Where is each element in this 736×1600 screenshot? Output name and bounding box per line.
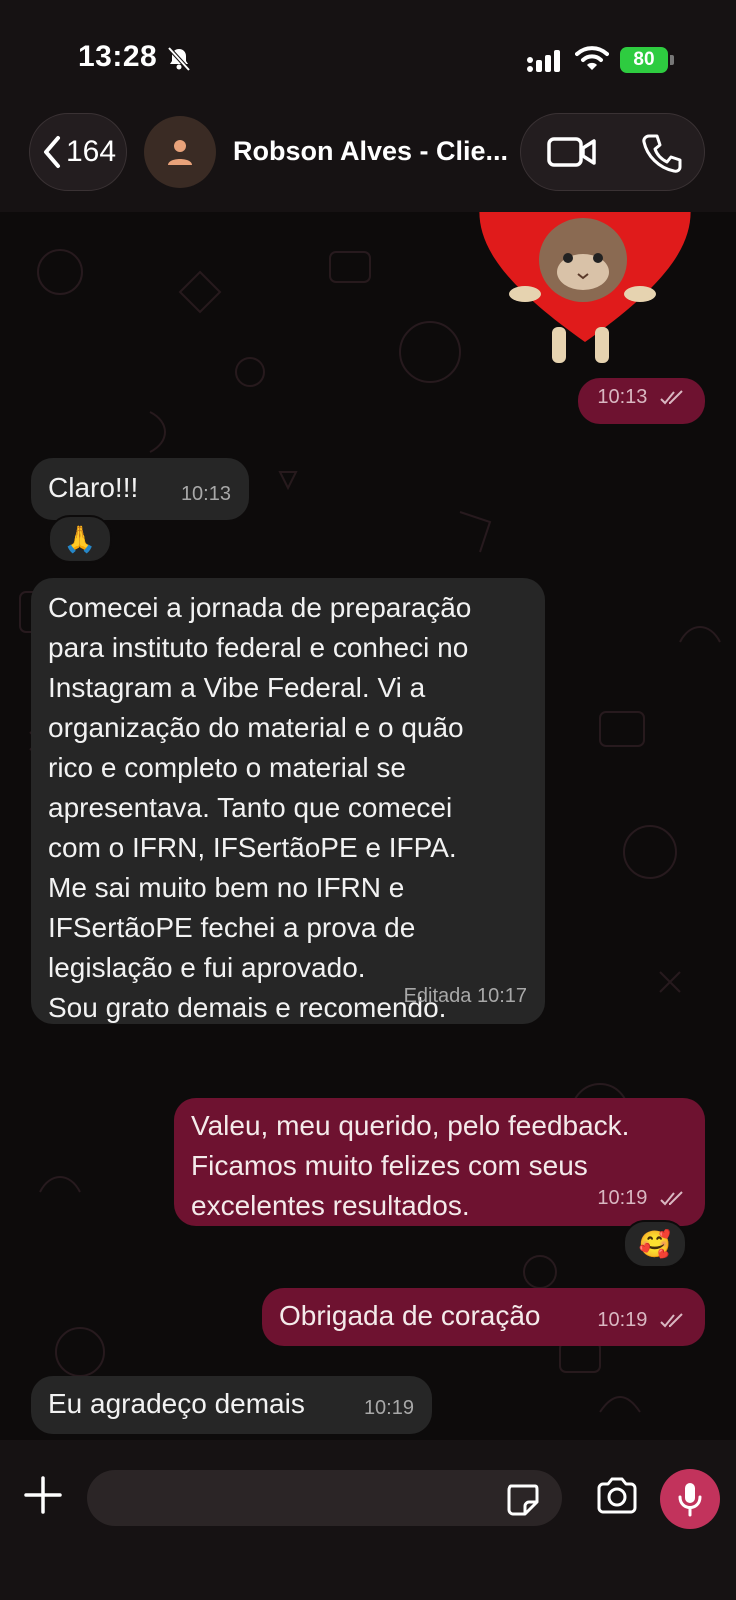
battery-nub — [670, 55, 674, 65]
phone-call-icon[interactable] — [641, 132, 683, 174]
message-time: 10:19 — [597, 1309, 648, 1331]
double-check-icon — [660, 1191, 683, 1206]
status-bar: 13:28 80 — [0, 0, 736, 110]
heart-cat-sticker[interactable] — [470, 212, 700, 372]
bell-muted-icon — [167, 46, 191, 72]
message-input[interactable] — [87, 1470, 562, 1526]
unread-count: 164 — [66, 135, 117, 168]
message-line: IFSertãoPE fechei a prova de — [48, 912, 416, 943]
message-line: Comecei a jornada de preparação — [48, 592, 472, 623]
chat-area[interactable]: 10:13 Claro!!! 10:13 🙏 Comecei a jornada… — [0, 212, 736, 1440]
chevron-left-icon — [44, 136, 60, 168]
message-text: Claro!!! — [48, 472, 139, 503]
message-reaction[interactable]: 🥰 — [623, 1220, 687, 1268]
message-line: organização do material e o quão — [48, 712, 464, 743]
message-text: Eu agradeço demais — [48, 1388, 305, 1419]
chat-header: 164 Robson Alves - Clie... — [0, 110, 736, 213]
message-bubble-outgoing[interactable]: 10:13 — [578, 378, 705, 424]
message-bubble-outgoing[interactable]: Valeu, meu querido, pelo feedback. Ficam… — [174, 1098, 705, 1226]
back-button[interactable]: 164 — [29, 113, 127, 191]
call-buttons — [520, 113, 705, 191]
input-bar — [0, 1440, 736, 1600]
sticker-icon[interactable] — [505, 1482, 541, 1518]
cellular-signal-icon — [527, 50, 560, 72]
plus-icon[interactable] — [22, 1474, 64, 1516]
message-time: 10:19 — [597, 1187, 648, 1209]
status-time: 13:28 — [78, 40, 158, 73]
message-meta: 10:19 — [597, 1300, 687, 1340]
double-check-icon — [660, 390, 683, 405]
person-icon — [168, 140, 192, 165]
wifi-icon — [575, 46, 609, 70]
message-time: 10:13 — [180, 483, 231, 505]
avatar[interactable] — [144, 116, 216, 188]
video-call-icon[interactable] — [546, 134, 598, 170]
message-line: apresentava. Tanto que comecei — [48, 792, 453, 823]
message-line: Instagram a Vibe Federal. Vi a — [48, 672, 426, 703]
message-bubble-incoming[interactable]: Comecei a jornada de preparação para ins… — [31, 578, 545, 1024]
camera-icon[interactable] — [595, 1476, 639, 1516]
message-meta: 10:13 — [597, 377, 687, 417]
message-bubble-incoming[interactable]: Claro!!! 10:13 — [31, 458, 249, 520]
message-bubble-incoming[interactable]: Eu agradeço demais 10:19 — [31, 1376, 432, 1434]
message-text: Obrigada de coração — [279, 1300, 541, 1331]
double-check-icon — [660, 1313, 683, 1328]
message-reaction[interactable]: 🙏 — [48, 515, 112, 563]
message-time: 10:13 — [597, 386, 648, 408]
message-meta: Editada 10:17 — [403, 985, 527, 1007]
microphone-icon — [678, 1483, 702, 1517]
message-line: para instituto federal e conheci no — [48, 632, 469, 663]
contact-name[interactable]: Robson Alves - Clie... — [233, 136, 508, 167]
message-bubble-outgoing[interactable]: Obrigada de coração 10:19 — [262, 1288, 705, 1346]
microphone-button[interactable] — [660, 1469, 720, 1529]
message-meta: 10:19 — [597, 1178, 687, 1218]
message-line: rico e completo o material se — [48, 752, 406, 783]
battery-indicator: 80 — [620, 47, 668, 73]
message-line: com o IFRN, IFSertãoPE e IFPA. — [48, 832, 457, 863]
message-line: Me sai muito bem no IFRN e — [48, 872, 405, 903]
message-line: Valeu, meu querido, pelo feedback. — [191, 1110, 630, 1141]
message-time: 10:19 — [363, 1397, 414, 1419]
